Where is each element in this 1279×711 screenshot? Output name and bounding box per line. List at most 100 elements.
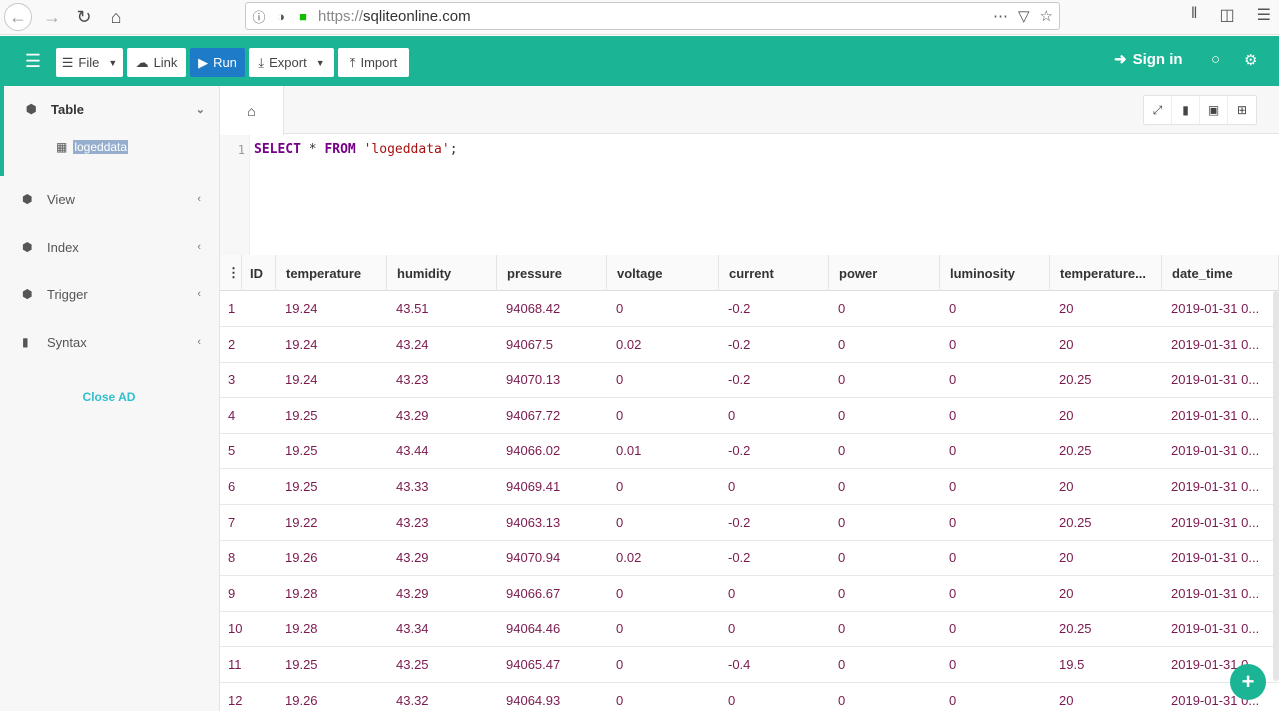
sql-editor[interactable]: 1 SELECT * FROM 'logeddata'; bbox=[220, 135, 1279, 255]
table-cell[interactable]: 0 bbox=[719, 683, 829, 711]
table-cell[interactable]: 20.25 bbox=[1050, 611, 1162, 646]
table-cell[interactable]: 0 bbox=[607, 647, 719, 682]
table-cell[interactable]: 0 bbox=[829, 469, 940, 504]
table-cell[interactable]: 19.25 bbox=[276, 433, 387, 468]
table-cell[interactable]: -0.2 bbox=[719, 327, 829, 362]
table-cell[interactable]: -0.2 bbox=[719, 291, 829, 326]
table-cell[interactable]: 43.24 bbox=[387, 327, 497, 362]
table-cell[interactable]: 43.29 bbox=[387, 398, 497, 433]
info-icon[interactable]: ⓘ bbox=[250, 7, 268, 25]
table-cell[interactable]: 0 bbox=[719, 469, 829, 504]
table-cell[interactable]: 94066.67 bbox=[497, 576, 607, 611]
table-cell[interactable]: 43.32 bbox=[387, 683, 497, 711]
table-cell[interactable]: 3 bbox=[220, 362, 276, 397]
back-icon[interactable]: ← bbox=[4, 3, 32, 31]
table-cell[interactable]: -0.2 bbox=[719, 433, 829, 468]
table-cell[interactable]: 0 bbox=[829, 647, 940, 682]
table-cell[interactable]: 0.01 bbox=[607, 433, 719, 468]
sidebar-item-index[interactable]: ⬢ Index ‹ bbox=[22, 235, 207, 259]
table-row[interactable]: 8 19.26 43.29 94070.94 0.02 -0.2 0 0 20 2019-01-3… bbox=[220, 540, 1279, 577]
table-cell[interactable]: 0 bbox=[940, 540, 1050, 575]
table-cell[interactable]: 19.24 bbox=[276, 291, 387, 326]
table-row[interactable]: 4 19.25 43.29 94067.72 0 0 0 0 20 2019-01-31 0... bbox=[220, 398, 1279, 434]
table-row[interactable]: 6 19.25 43.33 94069.41 0 0 0 0 20 2019-01-31 0... bbox=[220, 469, 1279, 505]
table-cell[interactable]: 2019-01-31 0... bbox=[1162, 433, 1279, 468]
table-cell[interactable]: 2019-01-31 0... bbox=[1162, 469, 1279, 504]
sidebar-item-trigger[interactable]: ⬢ Trigger ‹ bbox=[22, 282, 207, 306]
table-cell[interactable]: 19.24 bbox=[276, 327, 387, 362]
table-cell[interactable]: -0.2 bbox=[719, 540, 829, 575]
table-cell[interactable]: 0 bbox=[829, 611, 940, 646]
forward-icon[interactable]: → bbox=[38, 3, 66, 31]
sidebar-toggle-icon[interactable]: ◫ bbox=[1220, 5, 1235, 25]
table-cell[interactable]: 20 bbox=[1050, 291, 1162, 326]
table-cell[interactable]: 2 bbox=[220, 327, 276, 362]
table-row[interactable]: 3 19.24 43.23 94070.13 0 -0.2 0 0 20.25 2019-01-3… bbox=[220, 362, 1279, 399]
table-cell[interactable]: 43.44 bbox=[387, 433, 497, 468]
table-cell[interactable]: 5 bbox=[220, 433, 276, 468]
column-header[interactable]: temperature bbox=[276, 255, 387, 291]
table-cell[interactable]: 0 bbox=[940, 576, 1050, 611]
table-cell[interactable]: 11 bbox=[220, 647, 276, 682]
table-cell[interactable]: 0 bbox=[829, 433, 940, 468]
table-cell[interactable]: 0 bbox=[607, 683, 719, 711]
sidebar-item-syntax[interactable]: ▮ Syntax ‹ bbox=[22, 330, 207, 354]
table-cell[interactable]: 94067.5 bbox=[497, 327, 607, 362]
add-tab-icon[interactable]: ⊞ bbox=[1228, 96, 1256, 124]
sql-line[interactable]: SELECT * FROM 'logeddata'; bbox=[254, 142, 458, 157]
close-ad-link[interactable]: Close AD bbox=[0, 390, 218, 404]
export-button[interactable]: ⤓ Export ▼ bbox=[249, 48, 334, 77]
gear-icon[interactable]: ⚙ bbox=[1244, 51, 1257, 69]
table-cell[interactable]: 0 bbox=[607, 505, 719, 540]
grid-scrollbar[interactable] bbox=[1273, 291, 1279, 681]
column-header[interactable]: ID bbox=[240, 255, 276, 291]
table-row[interactable]: 10 19.28 43.34 94064.46 0 0 0 0 20.25 2019-01-31 … bbox=[220, 611, 1279, 648]
table-cell[interactable]: 43.29 bbox=[387, 540, 497, 575]
table-cell[interactable]: 0 bbox=[829, 291, 940, 326]
table-cell[interactable]: 19.28 bbox=[276, 576, 387, 611]
table-cell[interactable]: 20.25 bbox=[1050, 505, 1162, 540]
sign-in-button[interactable]: ➜ Sign in bbox=[1114, 50, 1183, 69]
table-cell[interactable]: 2019-01-31 0... bbox=[1162, 291, 1279, 326]
table-cell[interactable]: 94067.72 bbox=[497, 398, 607, 433]
table-cell[interactable]: 0 bbox=[607, 362, 719, 397]
table-row[interactable]: 12 19.26 43.32 94064.93 0 0 0 0 20 2019-01-31 0..… bbox=[220, 683, 1279, 711]
table-cell[interactable]: 0 bbox=[940, 505, 1050, 540]
table-cell[interactable]: 19.24 bbox=[276, 362, 387, 397]
home-icon[interactable]: ⌂ bbox=[102, 3, 130, 31]
column-header[interactable]: humidity bbox=[387, 255, 497, 291]
table-cell[interactable]: 43.23 bbox=[387, 362, 497, 397]
table-cell[interactable]: 0.02 bbox=[607, 327, 719, 362]
table-cell[interactable]: 10 bbox=[220, 611, 276, 646]
table-cell[interactable]: 2019-01-31 0... bbox=[1162, 327, 1279, 362]
table-cell[interactable]: 12 bbox=[220, 683, 276, 711]
column-header[interactable]: voltage bbox=[607, 255, 719, 291]
url-bar[interactable]: ⓘ ◑ ■ https://sqliteonline.com ⋯ ▽ ☆ bbox=[245, 2, 1060, 30]
table-cell[interactable]: 0 bbox=[607, 398, 719, 433]
table-cell[interactable]: 19.5 bbox=[1050, 647, 1162, 682]
table-cell[interactable]: 0 bbox=[829, 362, 940, 397]
table-cell[interactable]: 20 bbox=[1050, 576, 1162, 611]
save-icon[interactable]: ▣ bbox=[1200, 96, 1228, 124]
run-button[interactable]: ▶ Run bbox=[190, 48, 245, 77]
table-cell[interactable]: 0 bbox=[940, 362, 1050, 397]
add-fab-button[interactable]: + bbox=[1230, 664, 1266, 700]
table-cell[interactable]: 0 bbox=[607, 611, 719, 646]
table-cell[interactable]: 43.29 bbox=[387, 576, 497, 611]
table-cell[interactable]: 43.51 bbox=[387, 291, 497, 326]
table-cell[interactable]: 0 bbox=[940, 611, 1050, 646]
table-cell[interactable]: 94063.13 bbox=[497, 505, 607, 540]
table-cell[interactable]: 43.34 bbox=[387, 611, 497, 646]
table-cell[interactable]: 20 bbox=[1050, 683, 1162, 711]
table-cell[interactable]: 0 bbox=[940, 433, 1050, 468]
shield-icon[interactable]: ◑ bbox=[272, 7, 290, 25]
table-cell[interactable]: 94066.02 bbox=[497, 433, 607, 468]
table-row[interactable]: 2 19.24 43.24 94067.5 0.02 -0.2 0 0 20 2019-01-31… bbox=[220, 327, 1279, 363]
url-text[interactable]: https://sqliteonline.com bbox=[318, 8, 471, 25]
column-header[interactable]: date_time bbox=[1162, 255, 1279, 291]
table-cell[interactable]: -0.2 bbox=[719, 505, 829, 540]
book-icon[interactable]: ▮ bbox=[1172, 96, 1200, 124]
column-menu-icon[interactable]: ⋮ bbox=[220, 255, 242, 291]
table-cell[interactable]: 0 bbox=[940, 327, 1050, 362]
table-cell[interactable]: 20.25 bbox=[1050, 433, 1162, 468]
